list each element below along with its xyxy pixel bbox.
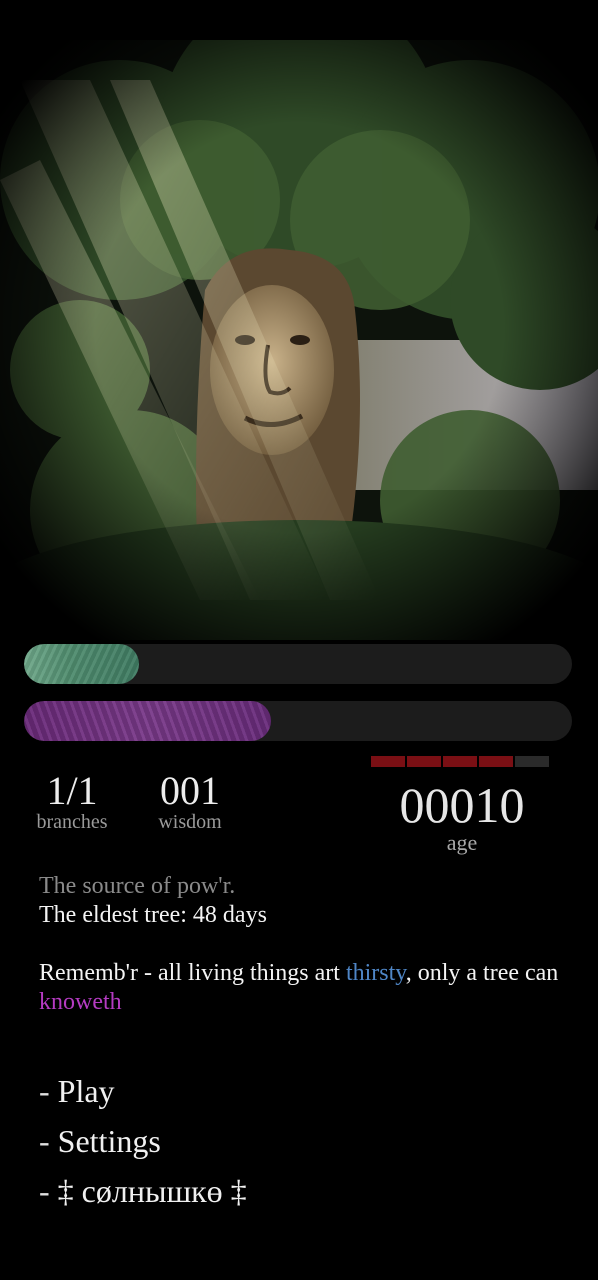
wise-tree-icon (0, 40, 598, 640)
menu-label-solnyshko: ‡ cøлнышкө ‡ (57, 1173, 247, 1209)
wisdom-label: wisdom (158, 811, 222, 833)
menu-item-settings[interactable]: - Settings (39, 1116, 247, 1166)
branches-value: 1/1 (46, 768, 98, 813)
age-meter-segment (515, 756, 549, 767)
menu-dash: - (39, 1173, 50, 1209)
menu-dash: - (39, 1123, 50, 1159)
menu-item-solnyshko[interactable]: - ‡ cøлнышкө ‡ (39, 1166, 247, 1216)
lore-text: The source of pow'r. The eldest tree: 48… (39, 872, 569, 1017)
age-meter-segment (443, 756, 477, 767)
age-meter-segment (479, 756, 513, 767)
branches-stat: 1/1 branches (24, 768, 120, 834)
eldest-tree-text: The eldest tree: 48 days (39, 902, 267, 928)
wisdom-stat: 001 wisdom (148, 768, 232, 834)
water-bar-fill (24, 644, 140, 684)
menu-label-settings: Settings (57, 1123, 161, 1159)
branches-label: branches (36, 811, 108, 833)
menu-item-play[interactable]: - Play (39, 1066, 247, 1116)
subtitle: The source of pow'r. (39, 873, 236, 899)
menu-dash: - (39, 1073, 50, 1109)
age-stat: 00010 age (370, 780, 554, 854)
keyword-thirsty: thirsty (345, 960, 406, 986)
quote-part-2: , only a tree can (405, 960, 559, 986)
age-meter-segment (407, 756, 441, 767)
age-label: age (446, 830, 478, 855)
wisdom-value: 001 (160, 768, 220, 813)
quote-part-1: Rememb'r - all living things art (39, 960, 346, 986)
menu-label-play: Play (57, 1073, 115, 1109)
keyword-knoweth: knoweth (39, 989, 122, 1015)
quote-text: Rememb'r - all living things art thirsty… (39, 959, 569, 1017)
age-meter-segment (371, 756, 405, 767)
age-value: 00010 (399, 777, 525, 833)
main-menu: - Play - Settings - ‡ cøлнышкө ‡ (39, 1066, 247, 1216)
wise-tree-image (0, 40, 598, 640)
water-bar (24, 644, 572, 684)
age-meter (371, 756, 549, 767)
wisdom-bar (24, 701, 572, 741)
wisdom-bar-fill (24, 701, 271, 741)
